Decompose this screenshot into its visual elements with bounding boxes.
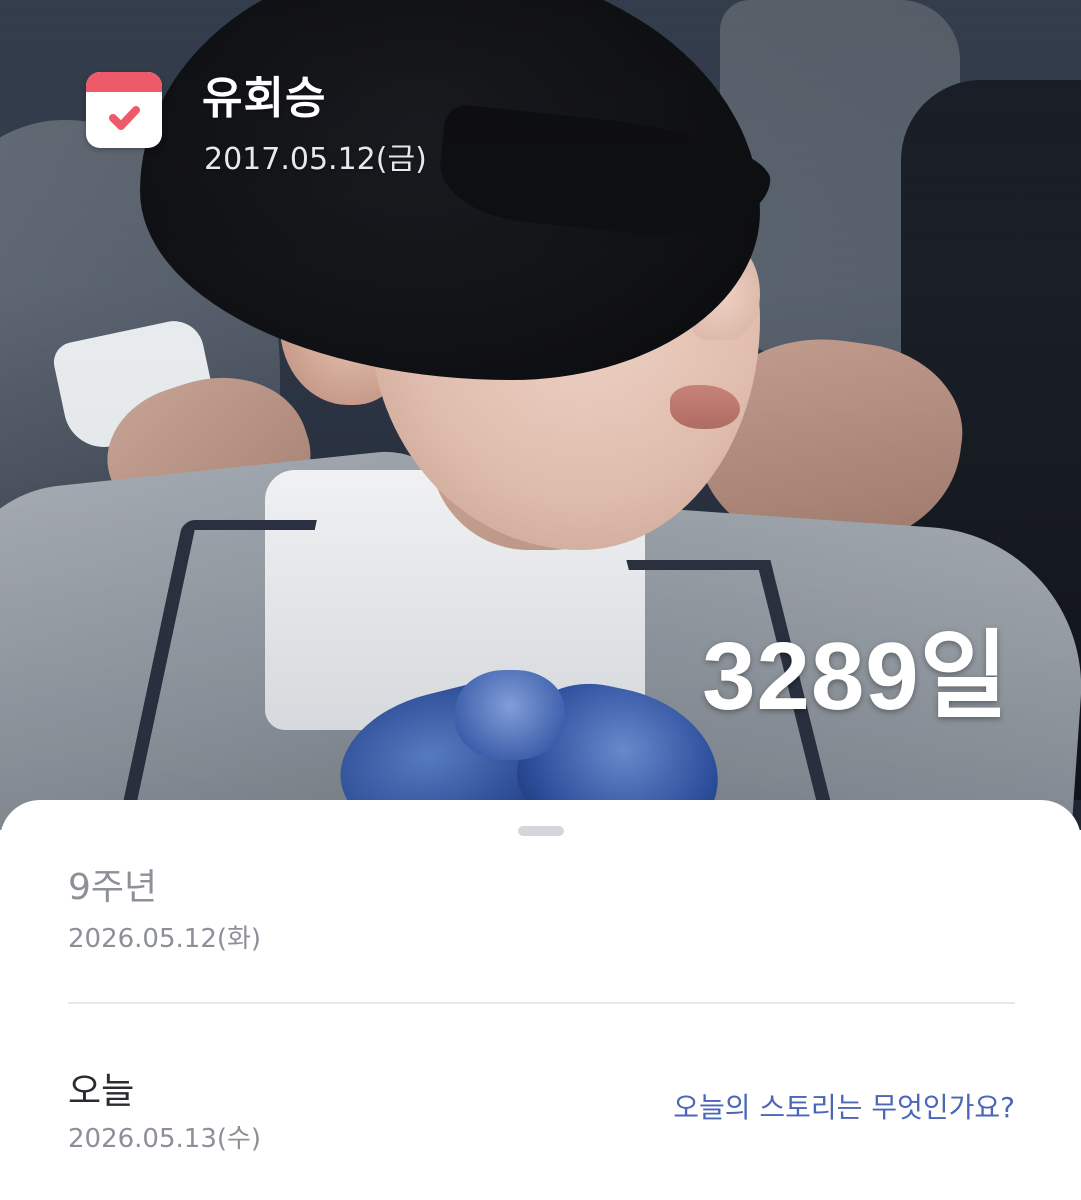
today-date: 2026.05.13(수) xyxy=(68,1124,262,1154)
dday-detail-screen: 유회승 2017.05.12(금) 3289일 9주년 2026.05.12(화… xyxy=(0,0,1081,1200)
event-title: 유회승 xyxy=(202,73,327,124)
milestone-title: 9주년 xyxy=(68,867,158,908)
divider xyxy=(68,1002,1015,1004)
add-story-link[interactable]: 오늘의 스토리는 무엇인가요? xyxy=(673,1086,1015,1126)
day-counter: 3289일 xyxy=(702,623,1009,730)
event-start-date: 2017.05.12(금) xyxy=(204,142,427,177)
calendar-check-icon xyxy=(86,72,162,148)
milestone-date: 2026.05.12(화) xyxy=(68,924,262,954)
today-title: 오늘 xyxy=(68,1071,135,1112)
bottom-sheet[interactable]: 9주년 2026.05.12(화) 오늘 2026.05.13(수) 오늘의 스… xyxy=(0,800,1081,1200)
sheet-drag-handle[interactable] xyxy=(518,826,564,836)
